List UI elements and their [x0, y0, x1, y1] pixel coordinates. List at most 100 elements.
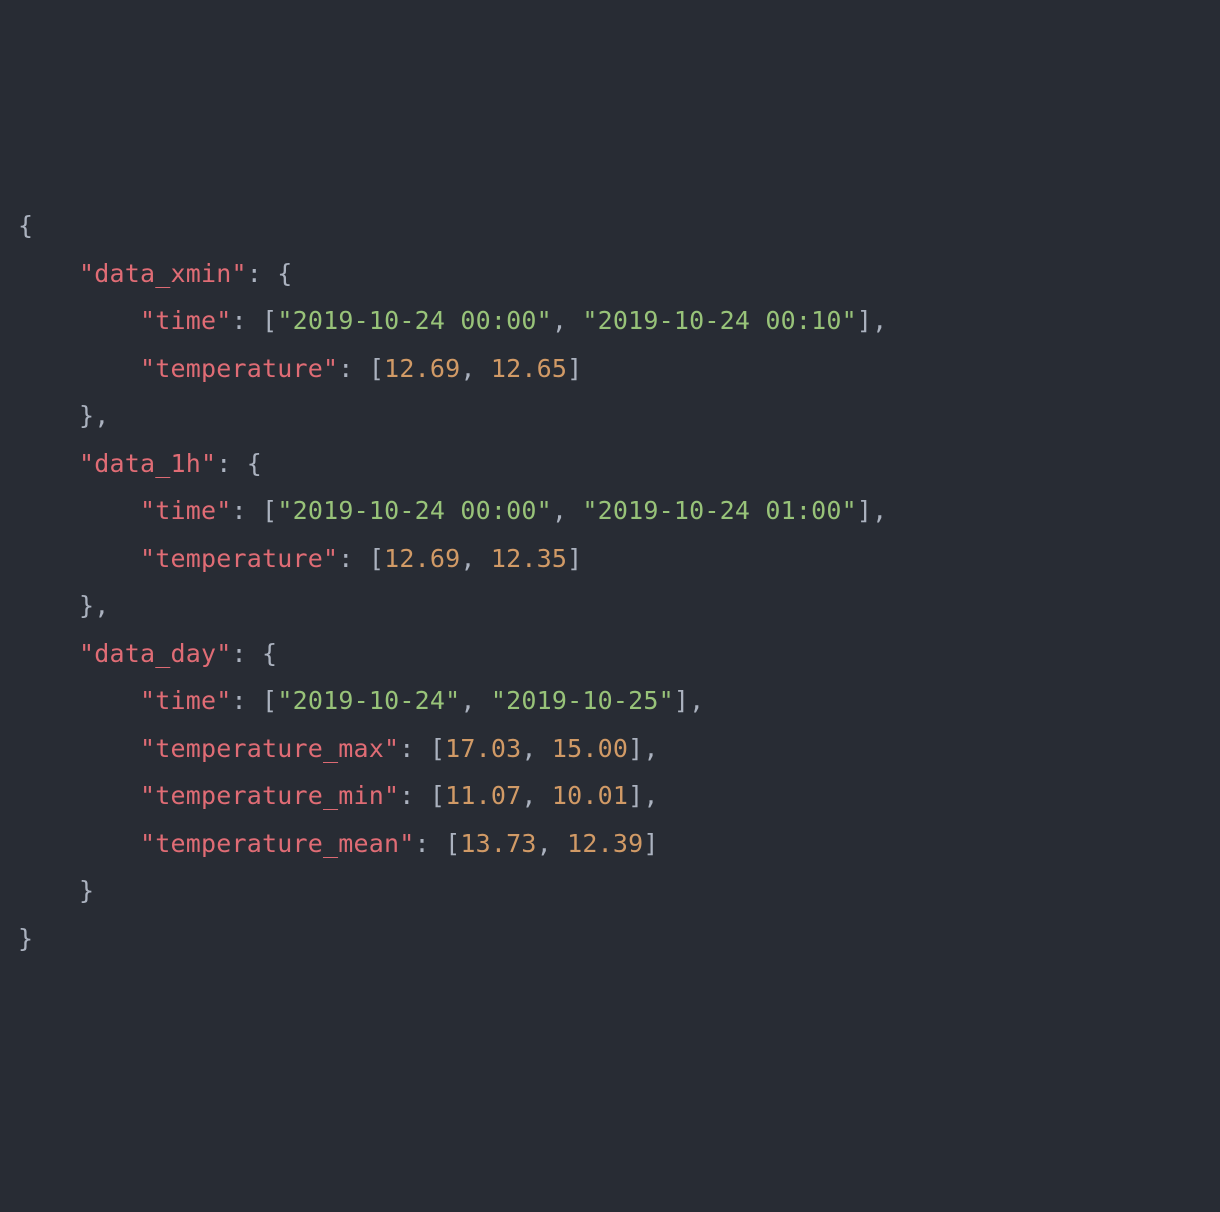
punct: :: [415, 829, 446, 858]
open-brace: {: [18, 211, 33, 240]
json-string: "2019-10-24 00:00": [277, 306, 552, 335]
punct: :: [399, 734, 430, 763]
json-string: "2019-10-24 00:00": [277, 496, 552, 525]
code-line: "temperature_min": [11.07, 10.01],: [18, 772, 1202, 820]
code-line: }: [18, 915, 1202, 963]
bracket-open: [: [262, 496, 277, 525]
punct: : {: [247, 259, 293, 288]
bracket-close: ]: [674, 686, 689, 715]
code-line: "temperature_max": [17.03, 15.00],: [18, 725, 1202, 773]
comma: ,: [521, 781, 552, 810]
bracket-open: [: [369, 544, 384, 573]
punct: : {: [232, 639, 278, 668]
comma: ,: [460, 686, 491, 715]
json-number: 12.69: [384, 544, 460, 573]
comma: ,: [872, 496, 887, 525]
bracket-close: ]: [628, 781, 643, 810]
indent-guide: [18, 306, 140, 335]
bracket-open: [: [430, 781, 445, 810]
comma: ,: [537, 829, 568, 858]
comma: ,: [552, 496, 583, 525]
indent-guide: [18, 591, 79, 620]
bracket-open: [: [445, 829, 460, 858]
comma: ,: [460, 544, 491, 573]
bracket-open: [: [262, 306, 277, 335]
json-number: 12.65: [491, 354, 567, 383]
indent-guide: [18, 354, 140, 383]
indent-guide: [18, 401, 79, 430]
code-line: "data_day": {: [18, 630, 1202, 678]
code-block: { "data_xmin": { "time": ["2019-10-24 00…: [18, 202, 1202, 962]
json-number: 13.73: [460, 829, 536, 858]
code-line: "data_1h": {: [18, 440, 1202, 488]
code-line: "temperature_mean": [13.73, 12.39]: [18, 820, 1202, 868]
json-key: "temperature_max": [140, 734, 399, 763]
comma: ,: [689, 686, 704, 715]
json-key: "time": [140, 686, 232, 715]
json-number: 17.03: [445, 734, 521, 763]
indent-guide: [18, 496, 140, 525]
punct: : {: [216, 449, 262, 478]
punct: :: [232, 496, 263, 525]
comma: ,: [643, 781, 658, 810]
code-line: "time": ["2019-10-24", "2019-10-25"],: [18, 677, 1202, 725]
close-brace: }: [18, 924, 33, 953]
punct: :: [399, 781, 430, 810]
indent-guide: [18, 449, 79, 478]
indent-guide: [18, 639, 79, 668]
bracket-open: [: [430, 734, 445, 763]
indent-guide: [18, 544, 140, 573]
json-number: 12.39: [567, 829, 643, 858]
code-line: {: [18, 202, 1202, 250]
bracket-close: ]: [628, 734, 643, 763]
json-key: "temperature_min": [140, 781, 399, 810]
punct: :: [338, 544, 369, 573]
indent-guide: [18, 829, 140, 858]
bracket-close: ]: [567, 544, 582, 573]
bracket-close: ]: [643, 829, 658, 858]
json-string: "2019-10-25": [491, 686, 674, 715]
json-key: "temperature": [140, 544, 338, 573]
punct: :: [232, 686, 263, 715]
comma: ,: [552, 306, 583, 335]
code-line: "temperature": [12.69, 12.35]: [18, 535, 1202, 583]
comma: ,: [521, 734, 552, 763]
json-key: "temperature_mean": [140, 829, 415, 858]
json-number: 12.35: [491, 544, 567, 573]
comma: ,: [643, 734, 658, 763]
json-number: 11.07: [445, 781, 521, 810]
punct: :: [338, 354, 369, 383]
indent-guide: [18, 259, 79, 288]
bracket-close: ]: [567, 354, 582, 383]
json-key: "temperature": [140, 354, 338, 383]
comma: ,: [460, 354, 491, 383]
json-string: "2019-10-24 01:00": [582, 496, 857, 525]
json-key: "time": [140, 306, 232, 335]
json-number: 12.69: [384, 354, 460, 383]
close-brace: }: [79, 876, 94, 905]
punct: :: [232, 306, 263, 335]
code-line: },: [18, 582, 1202, 630]
json-number: 15.00: [552, 734, 628, 763]
bracket-open: [: [369, 354, 384, 383]
json-string: "2019-10-24 00:10": [582, 306, 857, 335]
code-line: "temperature": [12.69, 12.65]: [18, 345, 1202, 393]
code-line: "time": ["2019-10-24 00:00", "2019-10-24…: [18, 297, 1202, 345]
code-line: "data_xmin": {: [18, 250, 1202, 298]
bracket-close: ]: [857, 496, 872, 525]
code-line: }: [18, 867, 1202, 915]
indent-guide: [18, 876, 79, 905]
indent-guide: [18, 781, 140, 810]
bracket-close: ]: [857, 306, 872, 335]
close-brace: },: [79, 591, 110, 620]
indent-guide: [18, 734, 140, 763]
json-number: 10.01: [552, 781, 628, 810]
close-brace: },: [79, 401, 110, 430]
json-key: "data_day": [79, 639, 232, 668]
json-key: "time": [140, 496, 232, 525]
code-line: },: [18, 392, 1202, 440]
json-string: "2019-10-24": [277, 686, 460, 715]
indent-guide: [18, 686, 140, 715]
code-line: "time": ["2019-10-24 00:00", "2019-10-24…: [18, 487, 1202, 535]
comma: ,: [872, 306, 887, 335]
